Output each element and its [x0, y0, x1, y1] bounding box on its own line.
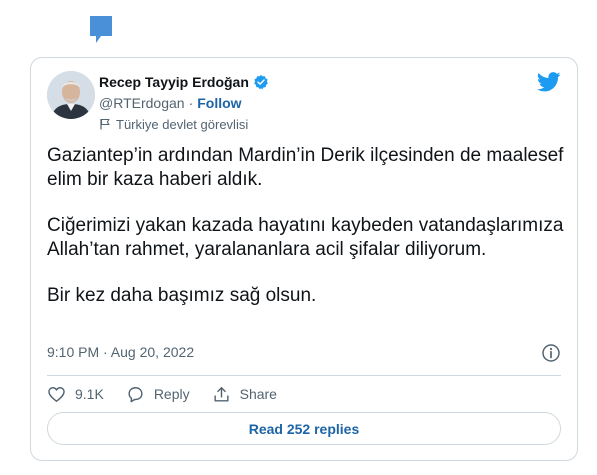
- author-handle[interactable]: @RTErdogan: [99, 95, 185, 111]
- info-icon[interactable]: [541, 343, 561, 363]
- like-button[interactable]: 9.1K: [47, 385, 104, 404]
- share-button[interactable]: Share: [212, 385, 277, 404]
- separator-dot: ·: [188, 95, 194, 111]
- page: Recep Tayyip Erdoğan @RTErdogan · Follow…: [0, 0, 597, 475]
- reply-bubble-icon: [128, 386, 143, 402]
- follow-button[interactable]: Follow: [197, 95, 241, 111]
- tweet-paragraph: Ciğerimizi yakan kazada hayatını kaybede…: [47, 215, 564, 260]
- verified-badge-icon: [254, 74, 268, 89]
- like-count: 9.1K: [75, 386, 104, 402]
- reply-label: Reply: [153, 386, 190, 402]
- tweet-actions: 9.1K Reply Share: [47, 382, 299, 406]
- divider: [47, 375, 561, 376]
- read-replies-button[interactable]: Read 252 replies: [47, 412, 561, 445]
- account-label: Türkiye devlet görevlisi: [116, 116, 249, 132]
- comment-bookmark-icon[interactable]: [90, 16, 112, 44]
- tweet-paragraph: Gaziantep’in ardından Mardin’in Derik il…: [47, 145, 564, 190]
- tweet-timestamp[interactable]: 9:10 PM · Aug 20, 2022: [47, 344, 194, 360]
- avatar[interactable]: [47, 71, 95, 119]
- author-name[interactable]: Recep Tayyip Erdoğan: [99, 74, 249, 90]
- flag-icon: [100, 118, 110, 130]
- tweet-header: Recep Tayyip Erdoğan @RTErdogan · Follow…: [99, 72, 269, 133]
- tweet-text: Gaziantep’in ardından Mardin’in Derik il…: [47, 144, 567, 330]
- share-label: Share: [239, 386, 277, 402]
- tweet-card: Recep Tayyip Erdoğan @RTErdogan · Follow…: [30, 57, 578, 461]
- share-upload-icon: [214, 386, 229, 402]
- reply-button[interactable]: Reply: [126, 385, 190, 404]
- tweet-paragraph: Bir kez daha başımız sağ olsun.: [47, 285, 317, 306]
- heart-icon: [48, 386, 65, 402]
- twitter-bird-icon[interactable]: [537, 72, 561, 92]
